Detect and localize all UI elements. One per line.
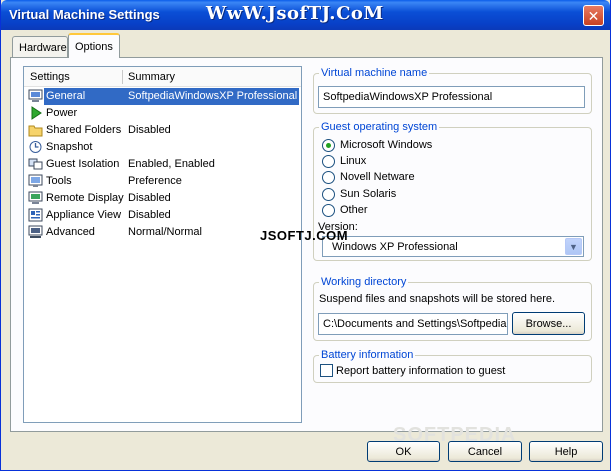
list-item-snapshot[interactable]: Snapshot [26,139,299,156]
advanced-icon [28,225,43,238]
list-item-general[interactable]: General SoftpediaWindowsXP Professional [26,88,299,105]
radio-button[interactable] [322,154,335,168]
radio-label: Other [340,204,368,216]
radio-sun-solaris[interactable]: Sun Solaris [322,187,396,201]
list-item-summary: Disabled [128,192,171,204]
guest-os-group-title: Guest operating system [319,121,440,133]
column-separator[interactable] [122,70,123,84]
radio-button[interactable] [322,203,335,217]
list-item-label: Guest Isolation [46,158,120,170]
list-item-label: Snapshot [46,141,93,153]
vm-name-group: Virtual machine name SoftpediaWindowsXP … [313,67,592,114]
list-item-advanced[interactable]: Advanced Normal/Normal [26,224,299,241]
list-item-remote-display[interactable]: Remote Display Disabled [26,190,299,207]
battery-group: Battery information Report battery infor… [313,349,592,383]
radio-microsoft-windows[interactable]: Microsoft Windows [322,138,432,152]
version-select-value: Windows XP Professional [332,241,458,253]
guest-isolation-icon [28,158,43,170]
tab-hardware-label: Hardware [19,41,67,54]
chevron-down-icon[interactable]: ▼ [565,238,582,255]
working-directory-group: Working directory Suspend files and snap… [313,276,592,341]
radio-button[interactable] [322,187,335,201]
list-item-label: Power [46,107,78,119]
remote-display-icon [28,191,43,204]
tools-icon [28,174,43,187]
guest-os-group: Guest operating system Microsoft Windows… [313,121,592,261]
list-item-summary: Disabled [128,124,171,136]
title-bar[interactable]: Virtual Machine Settings WwW.JsofTJ.CoM … [1,0,610,30]
column-header-settings[interactable]: Settings [30,71,70,83]
list-item-summary: Disabled [128,209,171,221]
list-item-label: Remote Display [46,192,124,204]
window-title: Virtual Machine Settings [9,7,160,22]
radio-label: Linux [340,155,367,167]
list-item-summary: Enabled, Enabled [128,158,215,170]
list-item-appliance-view[interactable]: Appliance View Disabled [26,207,299,224]
radio-other[interactable]: Other [322,203,368,217]
vm-name-input[interactable]: SoftpediaWindowsXP Professional [318,86,585,108]
working-directory-group-title: Working directory [319,276,409,288]
settings-list-header: Settings Summary [24,67,301,87]
cancel-button[interactable]: Cancel [448,441,522,462]
list-item-label: Tools [46,175,72,187]
radio-label: Novell Netware [340,171,415,183]
battery-checkbox-label: Report battery information to guest [336,365,506,377]
snapshot-icon [29,141,42,153]
radio-label: Sun Solaris [340,188,397,200]
ok-button[interactable]: OK [367,441,440,462]
list-item-shared-folders[interactable]: Shared Folders Disabled [26,122,299,139]
list-item-label: General [46,90,86,102]
browse-button-label: Browse... [525,317,572,330]
center-watermark: JSOFTJ.COM [260,228,349,243]
radio-novell-netware[interactable]: Novell Netware [322,170,415,184]
options-panel: Settings Summary General SoftpediaWindow… [10,57,603,432]
folder-icon [28,125,43,137]
list-item-guest-isolation[interactable]: Guest Isolation Enabled, Enabled [26,156,299,173]
list-item-tools[interactable]: Tools Preference [26,173,299,190]
ok-button-label: OK [395,445,412,458]
version-select[interactable]: Windows XP Professional ▼ [322,236,584,257]
cancel-button-label: Cancel [467,445,503,458]
list-item-summary: Preference [128,175,182,187]
working-directory-input[interactable]: C:\Documents and Settings\Softpedia [318,313,508,335]
vm-name-group-title: Virtual machine name [319,67,430,79]
general-icon [28,89,43,102]
help-button-label: Help [554,445,578,458]
vm-settings-window: Virtual Machine Settings WwW.JsofTJ.CoM … [0,0,611,471]
settings-list[interactable]: Settings Summary General SoftpediaWindow… [23,66,302,423]
radio-button-checked[interactable] [322,138,335,152]
browse-button[interactable]: Browse... [512,312,585,335]
list-item-label: Appliance View [46,209,122,221]
tab-options[interactable]: Options [68,33,120,58]
list-item-summary: Normal/Normal [128,226,202,238]
close-icon: ✕ [587,7,600,24]
list-item-summary: SoftpediaWindowsXP Professional [128,90,298,102]
help-button[interactable]: Help [529,441,603,462]
radio-linux[interactable]: Linux [322,154,366,168]
list-item-label: Advanced [46,226,95,238]
list-item-power[interactable]: Power [26,105,299,122]
working-directory-description: Suspend files and snapshots will be stor… [319,293,556,305]
close-button[interactable]: ✕ [583,5,604,26]
column-header-summary[interactable]: Summary [128,71,175,83]
appliance-view-icon [28,208,43,222]
battery-group-title: Battery information [319,349,416,361]
battery-checkbox[interactable] [320,364,333,377]
tab-options-label: Options [75,40,113,53]
tab-hardware[interactable]: Hardware [12,36,68,58]
list-item-label: Shared Folders [46,124,122,136]
title-watermark: WwW.JsofTJ.CoM [206,3,384,24]
radio-button[interactable] [322,170,335,184]
radio-label: Microsoft Windows [340,139,433,151]
power-icon [31,106,42,120]
